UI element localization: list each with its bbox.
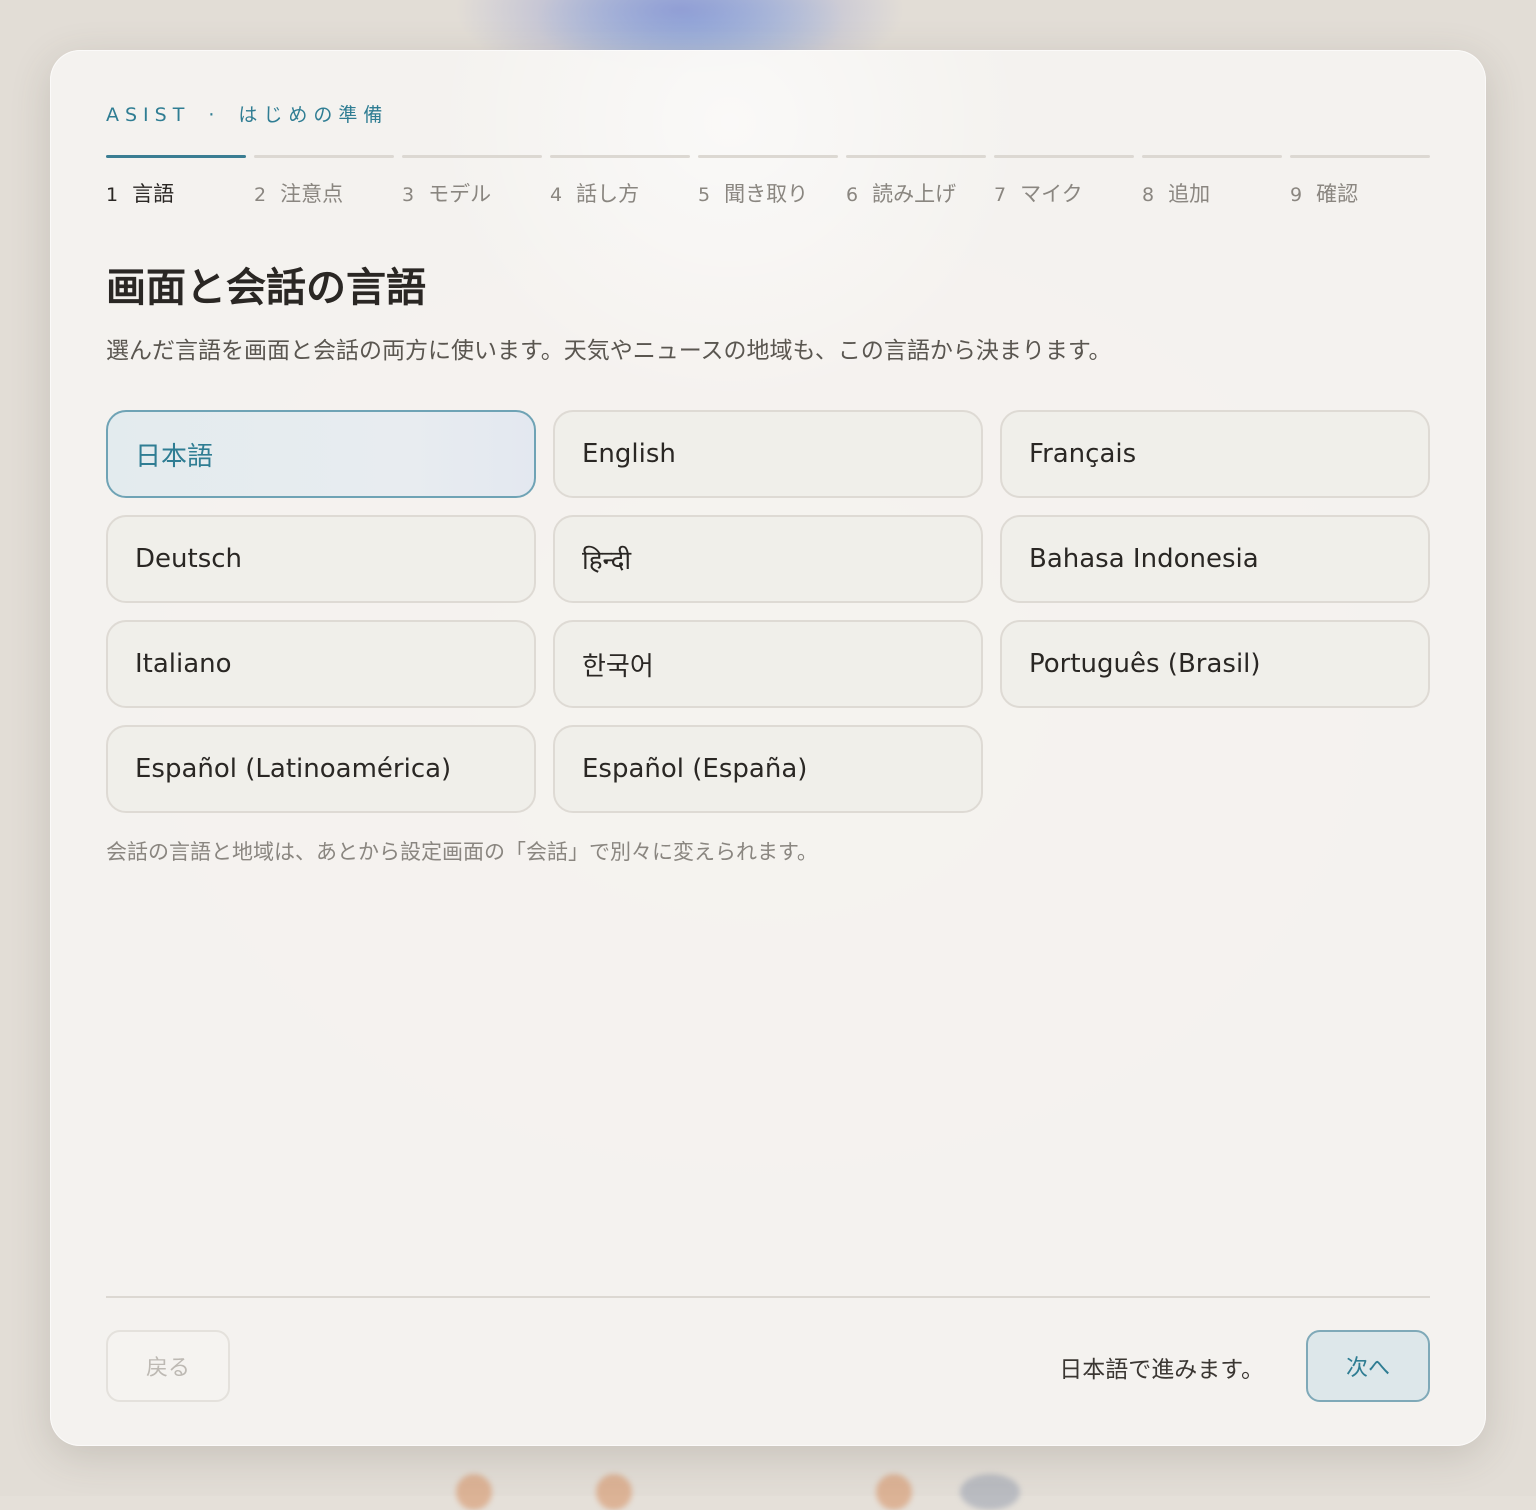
step-number: 6 xyxy=(846,184,859,206)
brand-subtitle: はじめの準備 xyxy=(238,104,389,126)
step-bar xyxy=(698,155,838,158)
step-number: 7 xyxy=(994,184,1007,206)
step-label: 追加 xyxy=(1168,182,1211,206)
step-cautions[interactable]: 2 注意点 xyxy=(254,155,394,215)
step-bar xyxy=(846,155,986,158)
step-bar xyxy=(1290,155,1430,158)
step-bar xyxy=(106,155,246,158)
step-label: 話し方 xyxy=(576,182,640,206)
step-number: 9 xyxy=(1290,184,1303,206)
step-label: モデル xyxy=(428,182,492,206)
dock-icon xyxy=(596,1474,632,1510)
step-listening[interactable]: 5 聞き取り xyxy=(698,155,838,215)
back-button[interactable]: 戻る xyxy=(106,1330,230,1402)
language-options: 日本語 English Français Deutsch हिन्दी Baha… xyxy=(106,410,1430,813)
dock-icon xyxy=(960,1474,1020,1510)
step-number: 2 xyxy=(254,184,267,206)
step-bar xyxy=(254,155,394,158)
step-model[interactable]: 3 モデル xyxy=(402,155,542,215)
step-label: 言語 xyxy=(132,182,175,206)
step-additional[interactable]: 8 追加 xyxy=(1142,155,1282,215)
step-read-aloud[interactable]: 6 読み上げ xyxy=(846,155,986,215)
step-number: 1 xyxy=(106,184,119,206)
step-bar xyxy=(994,155,1134,158)
step-number: 4 xyxy=(550,184,563,206)
step-speaking-style[interactable]: 4 話し方 xyxy=(550,155,690,215)
language-option-hindi[interactable]: हिन्दी xyxy=(553,515,983,603)
page-description: 選んだ言語を画面と会話の両方に使います。天気やニュースの地域も、この言語から決ま… xyxy=(106,338,1112,364)
dock-icon xyxy=(876,1474,912,1510)
brand-header: ASIST · はじめの準備 xyxy=(106,100,388,127)
step-label: 確認 xyxy=(1316,182,1359,206)
selection-status: 日本語で進みます。 xyxy=(1059,1357,1264,1383)
language-option-spanish-spain[interactable]: Español (España) xyxy=(553,725,983,813)
language-option-indonesian[interactable]: Bahasa Indonesia xyxy=(1000,515,1430,603)
step-bar xyxy=(1142,155,1282,158)
step-label: マイク xyxy=(1020,182,1083,206)
brand-name: ASIST xyxy=(106,104,191,126)
step-label: 注意点 xyxy=(280,182,344,206)
page-title: 画面と会話の言語 xyxy=(106,265,426,311)
language-option-spanish-latam[interactable]: Español (Latinoamérica) xyxy=(106,725,536,813)
footer-divider xyxy=(106,1296,1430,1298)
brand-separator: · xyxy=(208,104,221,126)
next-button[interactable]: 次へ xyxy=(1306,1330,1430,1402)
step-number: 3 xyxy=(402,184,415,206)
step-progress: 1 言語 2 注意点 3 モデル 4 話し方 5 聞き取り 6 読み上げ 7 マイク 8 追加 xyxy=(106,155,1430,215)
language-option-korean[interactable]: 한국어 xyxy=(553,620,983,708)
step-number: 8 xyxy=(1142,184,1155,206)
step-bar xyxy=(550,155,690,158)
setup-dialog: ASIST · はじめの準備 1 言語 2 注意点 3 モデル 4 話し方 5 聞き取り 6読… xyxy=(50,50,1486,1446)
step-label: 聞き取り xyxy=(724,182,809,206)
dock-icon xyxy=(456,1474,492,1510)
step-number: 5 xyxy=(698,184,711,206)
language-option-portuguese-brazil[interactable]: Português (Brasil) xyxy=(1000,620,1430,708)
language-option-english[interactable]: English xyxy=(553,410,983,498)
step-microphone[interactable]: 7 マイク xyxy=(994,155,1134,215)
settings-note: 会話の言語と地域は、あとから設定画面の「会話」で別々に変えられます。 xyxy=(106,840,818,864)
language-option-japanese[interactable]: 日本語 xyxy=(106,410,536,498)
language-option-italian[interactable]: Italiano xyxy=(106,620,536,708)
step-confirm[interactable]: 9 確認 xyxy=(1290,155,1430,215)
step-label: 読み上げ xyxy=(872,182,957,206)
step-bar xyxy=(402,155,542,158)
language-option-german[interactable]: Deutsch xyxy=(106,515,536,603)
language-option-french[interactable]: Français xyxy=(1000,410,1430,498)
step-language[interactable]: 1 言語 xyxy=(106,155,246,215)
